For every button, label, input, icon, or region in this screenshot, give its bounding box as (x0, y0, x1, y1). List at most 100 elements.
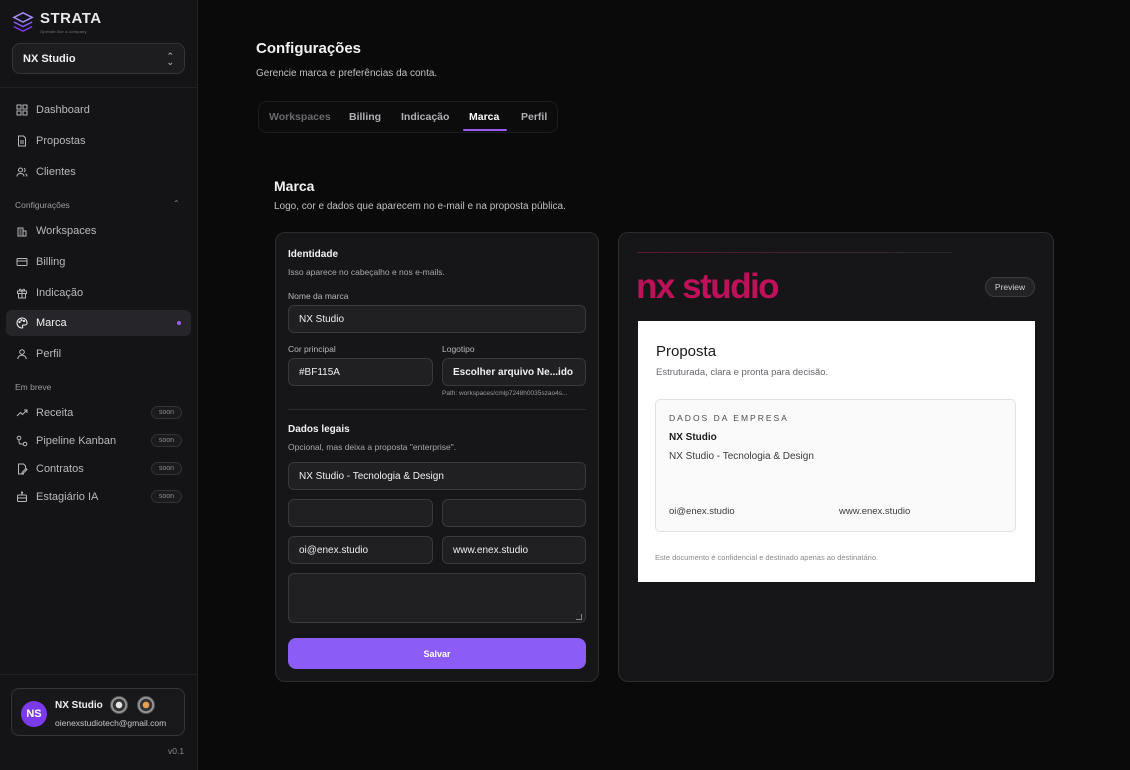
soon-badge: soon (150, 434, 182, 447)
sidebar-item-label: Receita (36, 407, 74, 419)
building-icon (17, 227, 27, 237)
sidebar-divider (0, 674, 198, 675)
section-title: Marca (274, 178, 315, 194)
logo-file-input[interactable]: Escolher arquivo Ne...ido (442, 358, 586, 386)
trend-icon (16, 409, 28, 417)
company-email: oi@enex.studio (669, 506, 735, 517)
confidential-footer: Este documento é confidencial e destinad… (655, 553, 879, 562)
page-title: Configurações (256, 40, 362, 57)
contract-icon (18, 463, 28, 475)
sidebar-item-label: Clientes (36, 166, 76, 178)
address-textarea[interactable] (288, 573, 586, 623)
active-tab-indicator (463, 129, 507, 131)
achievement-badge-icon (110, 696, 128, 714)
tax-id-input[interactable] (288, 499, 433, 527)
legal-name-input[interactable]: NX Studio - Tecnologia & Design (288, 462, 586, 490)
sidebar-item-receita[interactable]: Receita soon (6, 400, 191, 426)
identity-heading: Identidade (288, 249, 339, 260)
user-icon (17, 349, 27, 360)
brand-preview-card: nx studio Preview Proposta Estruturada, … (618, 232, 1054, 682)
chevron-up-icon[interactable]: ⌃ (173, 199, 180, 208)
active-indicator-dot (177, 321, 181, 325)
brand-name-label: Nome da marca (288, 291, 349, 301)
primary-color-label: Cor principal (288, 344, 336, 354)
sidebar-item-label: Billing (36, 256, 66, 268)
company-data-box: DADOS DA EMPRESA NX Studio NX Studio - T… (655, 399, 1016, 532)
sidebar-item-label: Dashboard (36, 104, 90, 116)
legal-description: Opcional, mas deixa a proposta "enterpri… (288, 442, 457, 452)
soon-badge: soon (150, 490, 182, 503)
user-name: NX Studio (55, 700, 103, 711)
settings-tabs: Workspaces Billing Indicação Marca Perfi… (258, 101, 558, 133)
proposal-title: Proposta (656, 343, 717, 360)
preview-top-line (637, 252, 952, 253)
sidebar-item-indicacao[interactable]: Indicação (6, 280, 191, 306)
sidebar-item-label: Perfil (36, 348, 62, 360)
sidebar-divider (0, 87, 198, 88)
sidebar-item-pipeline-kanban[interactable]: Pipeline Kanban soon (6, 428, 191, 454)
sidebar-item-clientes[interactable]: Clientes (6, 159, 191, 185)
company-website: www.enex.studio (839, 506, 911, 517)
sidebar-item-label: Pipeline Kanban (36, 435, 117, 447)
sidebar-item-label: Estagiário IA (36, 491, 99, 503)
sidebar-item-label: Indicação (36, 287, 84, 299)
sidebar-item-label: Contratos (36, 463, 84, 475)
company-data-label: DADOS DA EMPRESA (669, 413, 789, 423)
soon-badge: soon (150, 462, 182, 475)
brand[interactable]: STRATA Operate like a company (12, 10, 102, 34)
sidebar: STRATA Operate like a company NX Studio … (0, 0, 198, 770)
brand-tagline: Operate like a company (40, 29, 87, 34)
sidebar-item-label: Marca (36, 317, 67, 329)
tab-perfil[interactable]: Perfil (521, 111, 547, 123)
logo-path: Path: workspaces/cmlp7248h0035szao4s... (442, 390, 568, 397)
company-name: NX Studio (669, 432, 717, 443)
save-button[interactable]: Salvar (288, 638, 586, 669)
tab-indicacao[interactable]: Indicação (401, 111, 449, 123)
sidebar-item-label: Propostas (36, 135, 86, 147)
sidebar-item-marca[interactable]: Marca (6, 310, 191, 336)
section-subtitle: Logo, cor e dados que aparecem no e-mail… (274, 201, 566, 212)
proposal-subtitle: Estruturada, clara e pronta para decisão… (656, 367, 829, 378)
email-input[interactable]: oi@enex.studio (288, 536, 433, 564)
company-legal-name: NX Studio - Tecnologia & Design (669, 451, 814, 462)
resize-handle-icon[interactable] (576, 614, 582, 620)
sidebar-item-billing[interactable]: Billing (6, 249, 191, 275)
palette-icon (16, 317, 28, 329)
tab-workspaces[interactable]: Workspaces (269, 111, 331, 123)
page-subtitle: Gerencie marca e preferências da conta. (256, 68, 438, 79)
sidebar-item-dashboard[interactable]: Dashboard (6, 97, 191, 123)
sidebar-item-workspaces[interactable]: Workspaces (6, 218, 191, 244)
document-icon (18, 135, 26, 147)
workspace-select[interactable]: NX Studio ⌃ ⌄ (12, 43, 185, 74)
grid-icon (16, 104, 28, 116)
identity-description: Isso aparece no cabeçalho e nos e-mails. (288, 267, 445, 277)
form-divider (288, 409, 586, 410)
logo-label: Logotipo (442, 344, 475, 354)
app-version: v0.1 (168, 746, 185, 756)
section-configuracoes-label: Configurações (15, 200, 70, 210)
achievement-badge-icon (137, 696, 155, 714)
legal-heading: Dados legais (288, 424, 350, 435)
tab-billing[interactable]: Billing (349, 111, 381, 123)
sidebar-item-contratos[interactable]: Contratos soon (6, 456, 191, 482)
primary-color-input[interactable]: #BF115A (288, 358, 433, 386)
tab-marca[interactable]: Marca (469, 111, 499, 123)
workspace-select-value: NX Studio (23, 52, 76, 65)
sidebar-item-propostas[interactable]: Propostas (6, 128, 191, 154)
bot-icon (17, 491, 27, 502)
brand-form-card: Identidade Isso aparece no cabeçalho e n… (275, 232, 599, 682)
sidebar-item-perfil[interactable]: Perfil (6, 341, 191, 367)
brand-name-input[interactable]: NX Studio (288, 305, 586, 333)
website-input[interactable]: www.enex.studio (442, 536, 586, 564)
phone-input[interactable] (442, 499, 586, 527)
preview-button[interactable]: Preview (985, 277, 1035, 297)
workflow-icon (16, 435, 28, 447)
section-em-breve-label: Em breve (15, 382, 52, 392)
avatar: NS (21, 701, 47, 727)
user-card[interactable]: NS NX Studio oienexstudiotech@gmail.com (11, 688, 185, 736)
brand-name: STRATA (40, 10, 102, 27)
strata-logo-icon (12, 12, 34, 32)
users-icon (16, 167, 28, 177)
soon-badge: soon (150, 406, 182, 419)
sidebar-item-estagiario-ia[interactable]: Estagiário IA soon (6, 484, 191, 510)
